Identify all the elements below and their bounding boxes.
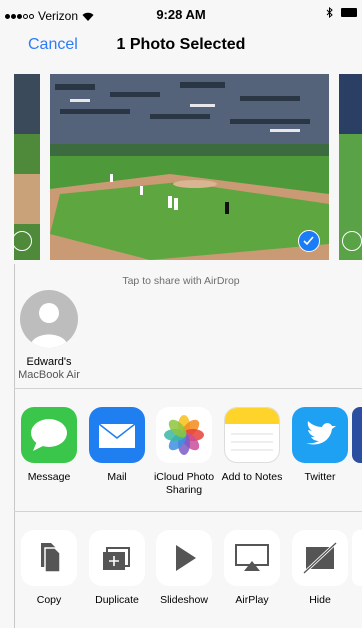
action-more-partial[interactable] bbox=[352, 530, 362, 586]
share-app-mail[interactable]: Mail bbox=[81, 407, 153, 484]
copy-icon bbox=[21, 530, 77, 586]
airplay-icon bbox=[224, 530, 280, 586]
airdrop-hint: Tap to share with AirDrop bbox=[122, 275, 240, 287]
twitter-bird-icon bbox=[292, 407, 348, 463]
photo-thumbnail-selected[interactable] bbox=[50, 74, 329, 260]
clock: 9:28 AM bbox=[156, 7, 206, 22]
selection-circle-next[interactable] bbox=[342, 231, 362, 251]
share-app-icloud-photo-sharing[interactable]: iCloud Photo Sharing bbox=[148, 407, 220, 497]
mail-icon bbox=[89, 407, 145, 463]
hide-icon bbox=[292, 530, 348, 586]
photos-icon bbox=[156, 407, 212, 463]
share-app-message[interactable]: Message bbox=[13, 407, 85, 484]
selected-checkmark-icon[interactable] bbox=[298, 230, 320, 252]
nav-bar: Cancel 1 Photo Selected bbox=[0, 30, 362, 60]
person-silhouette-icon bbox=[30, 303, 68, 348]
page-title: 1 Photo Selected bbox=[116, 36, 246, 53]
divider bbox=[14, 388, 362, 389]
battery-icon bbox=[341, 8, 357, 17]
status-bar: Verizon 9:28 AM bbox=[0, 0, 362, 30]
share-app-twitter[interactable]: Twitter bbox=[284, 407, 356, 484]
selection-circle-previous[interactable] bbox=[12, 231, 32, 251]
action-copy[interactable]: Copy bbox=[13, 530, 85, 607]
play-icon bbox=[156, 530, 212, 586]
status-right bbox=[326, 7, 357, 18]
action-airplay[interactable]: AirPlay bbox=[216, 530, 288, 607]
device-name: Edward's MacBook Air bbox=[18, 356, 80, 381]
action-hide[interactable]: Hide bbox=[284, 530, 356, 607]
partial-app-icon bbox=[352, 407, 362, 463]
divider bbox=[14, 511, 362, 512]
action-slideshow[interactable]: Slideshow bbox=[148, 530, 220, 607]
partial-action-icon bbox=[352, 530, 362, 586]
messages-icon bbox=[21, 407, 77, 463]
airdrop-device[interactable]: Edward's MacBook Air bbox=[14, 290, 84, 382]
avatar bbox=[20, 290, 78, 348]
duplicate-icon bbox=[89, 530, 145, 586]
notes-icon bbox=[224, 407, 280, 463]
action-duplicate[interactable]: Duplicate bbox=[81, 530, 153, 607]
share-app-add-to-notes[interactable]: Add to Notes bbox=[216, 407, 288, 484]
bluetooth-icon bbox=[326, 7, 333, 18]
share-app-more-partial[interactable] bbox=[352, 407, 362, 463]
